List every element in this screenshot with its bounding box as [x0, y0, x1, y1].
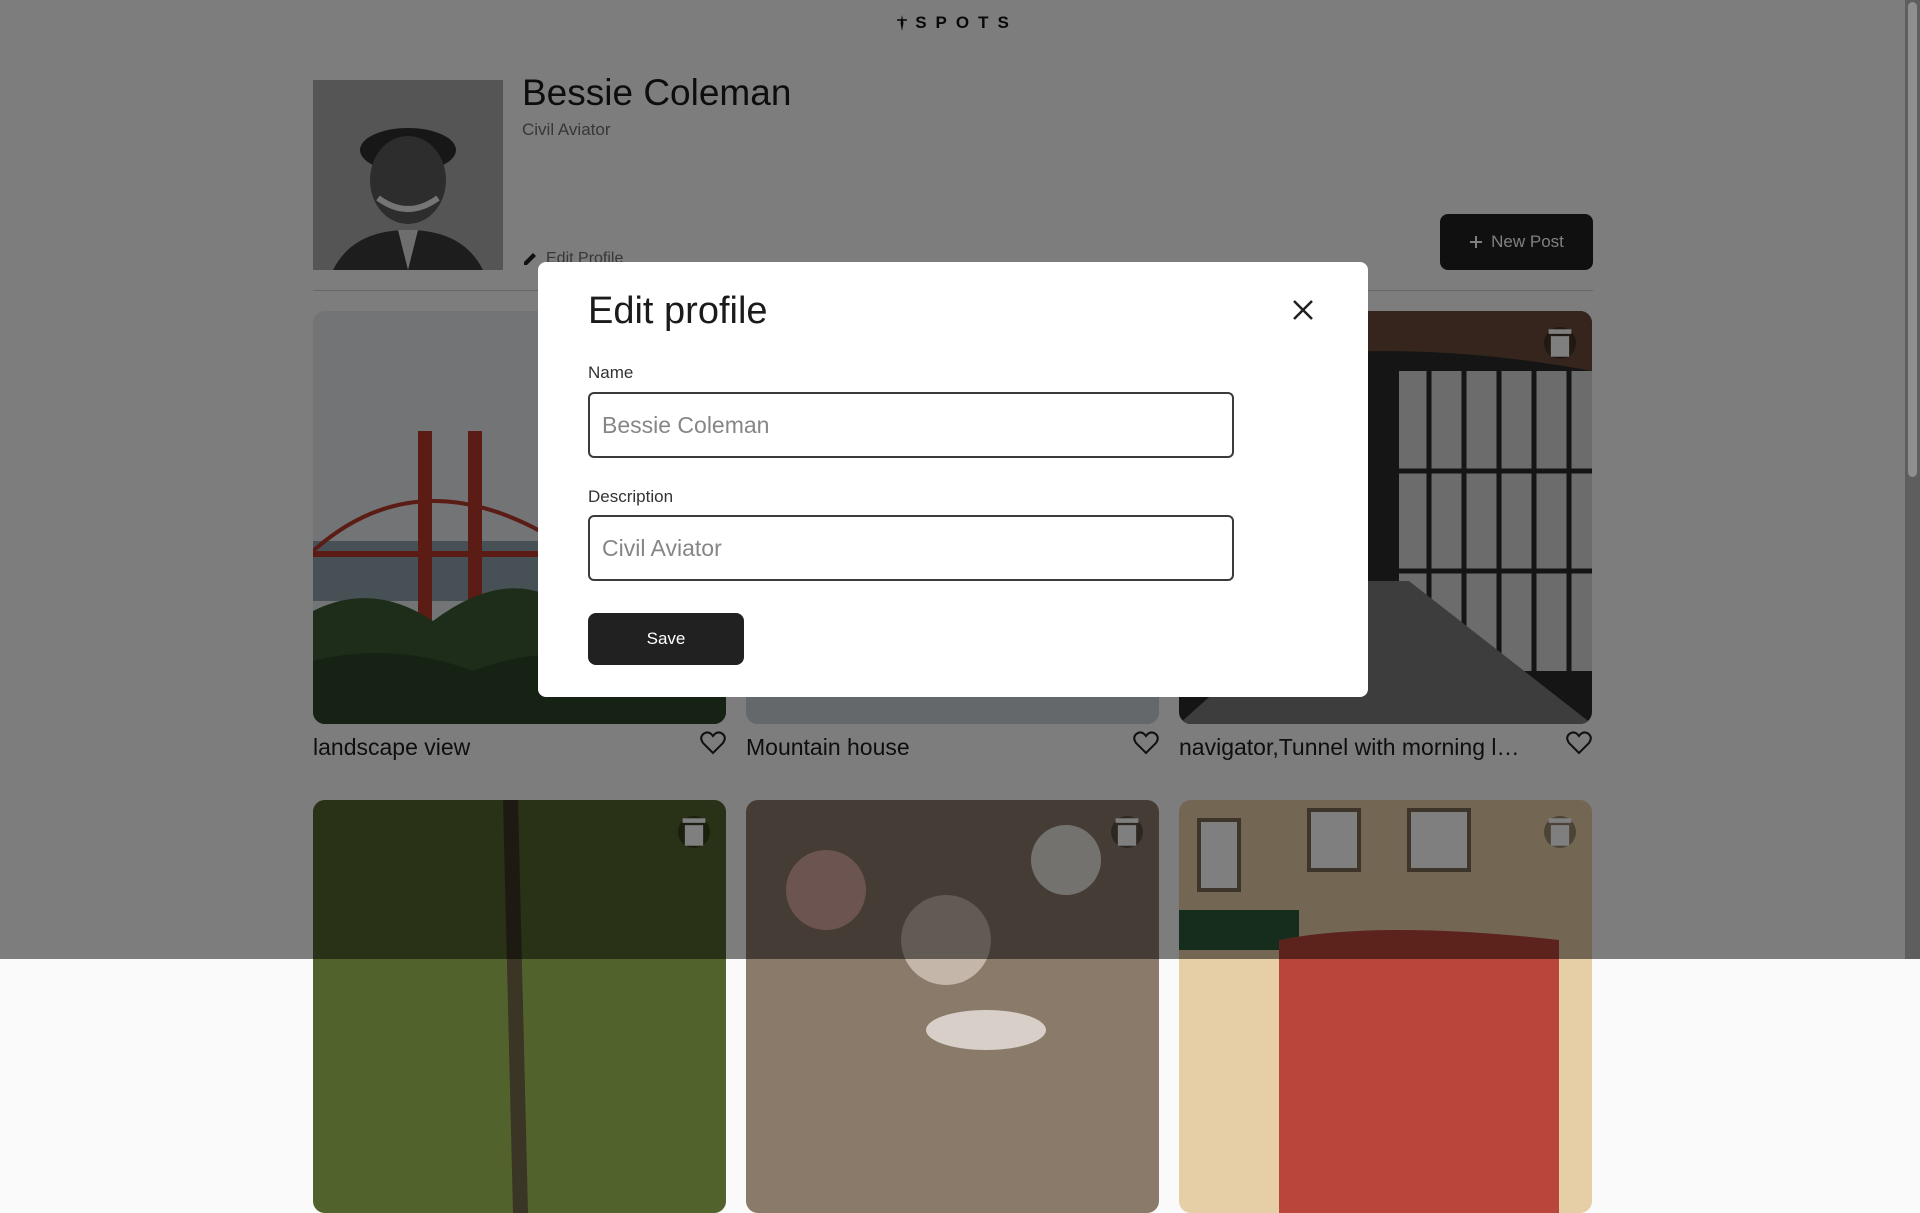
- name-input[interactable]: [588, 392, 1234, 458]
- description-input[interactable]: [588, 515, 1234, 581]
- description-label: Description: [588, 487, 674, 506]
- modal-title: Edit profile: [588, 290, 768, 332]
- name-label: Name: [588, 363, 634, 382]
- scrollbar-thumb[interactable]: [1908, 2, 1917, 477]
- edit-profile-modal: Edit profile Name Description Save: [538, 262, 1368, 697]
- close-icon[interactable]: [1291, 298, 1315, 322]
- scrollbar[interactable]: [1905, 0, 1920, 959]
- save-button[interactable]: Save: [588, 613, 744, 665]
